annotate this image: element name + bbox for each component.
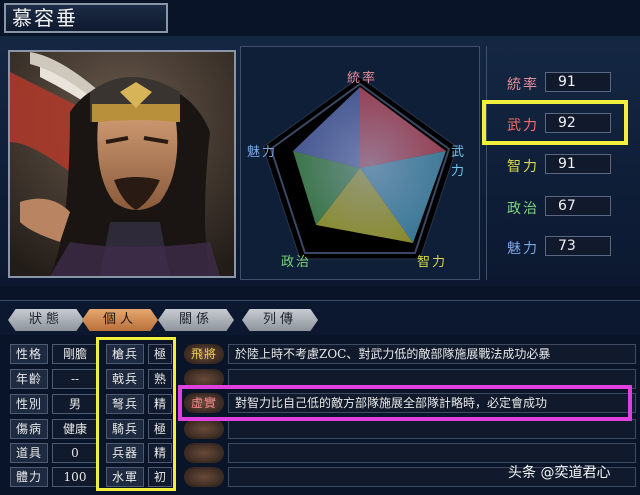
attr-row-injury: 傷病 健康: [10, 419, 98, 439]
stat-value: 91: [545, 154, 611, 174]
skill-row-1[interactable]: 飛將 於陸上時不考慮ZOC、對武力低的敵部隊施展戰法成功必暴: [184, 344, 636, 364]
attr-label: 道具: [10, 443, 48, 463]
attr-label: 傷病: [10, 419, 48, 439]
attr-row-stamina: 體力 100: [10, 467, 98, 487]
skill-tag: [184, 443, 224, 463]
attr-label: 性別: [10, 394, 48, 414]
stat-label: 智力: [507, 159, 539, 175]
officer-name: 慕容垂: [4, 3, 168, 33]
radar-label-meili: 魅力: [247, 145, 278, 160]
attr-value: --: [52, 369, 98, 389]
stats-panel: 統率 91 武力 92 智力 91 政治 67 魅力 73: [486, 46, 636, 280]
ability-radar-chart: 統率 武力 智力 政治 魅力: [240, 46, 480, 280]
stat-row-zhili: 智力 91: [501, 154, 627, 176]
skill-tag: [184, 419, 224, 439]
attr-row-items: 道具 0: [10, 443, 98, 463]
tab-status[interactable]: 狀態: [8, 309, 84, 331]
stat-value: 67: [545, 196, 611, 216]
stat-row-meili: 魅力 73: [501, 236, 627, 258]
attr-row-age: 年齡 --: [10, 369, 98, 389]
tab-biography[interactable]: 列傳: [242, 309, 318, 331]
stat-row-tongshuai: 統率 91: [501, 72, 627, 94]
skill-description: [228, 419, 636, 439]
attr-value: 剛膽: [52, 344, 98, 364]
skill-description: [228, 443, 636, 463]
portrait-image: [10, 52, 234, 276]
attr-value: 0: [52, 443, 98, 463]
skill-row-5[interactable]: [184, 443, 636, 463]
skill-description: 於陸上時不考慮ZOC、對武力低的敵部隊施展戰法成功必暴: [228, 344, 636, 364]
attr-row-gender: 性別 男: [10, 394, 98, 414]
stat-label: 政治: [507, 201, 539, 217]
tab-relations[interactable]: 關係: [158, 309, 234, 331]
attr-label: 年齡: [10, 369, 48, 389]
attr-label: 性格: [10, 344, 48, 364]
attr-value: 男: [52, 394, 98, 414]
radar-label-tongshuai: 統率: [347, 71, 378, 86]
highlight-box-aptitudes: [96, 337, 176, 491]
tab-bar: 狀態 個人 關係 列傳: [0, 300, 640, 335]
skill-tag: 飛將: [184, 344, 224, 364]
stat-row-zhengzhi: 政治 67: [501, 196, 627, 218]
radar-label-wuli: 武力: [451, 145, 467, 179]
highlight-box-wuli: [482, 100, 628, 145]
stat-value: 91: [545, 72, 611, 92]
highlight-box-skill: [178, 385, 632, 421]
tab-personal[interactable]: 個人: [82, 309, 158, 331]
skill-tag: [184, 467, 224, 487]
radar-label-zhili: 智力: [417, 255, 448, 270]
stat-label: 統率: [507, 77, 539, 93]
attr-row-personality: 性格 剛膽: [10, 344, 98, 364]
attr-value: 100: [52, 467, 98, 487]
skill-row-4[interactable]: [184, 419, 636, 439]
stat-value: 73: [545, 236, 611, 256]
attr-label: 體力: [10, 467, 48, 487]
stat-label: 魅力: [507, 241, 539, 257]
watermark-text: 头条 @奕道君心: [508, 465, 611, 481]
radar-label-zhengzhi: 政治: [281, 255, 312, 270]
attr-value: 健康: [52, 419, 98, 439]
officer-portrait: [8, 50, 236, 278]
